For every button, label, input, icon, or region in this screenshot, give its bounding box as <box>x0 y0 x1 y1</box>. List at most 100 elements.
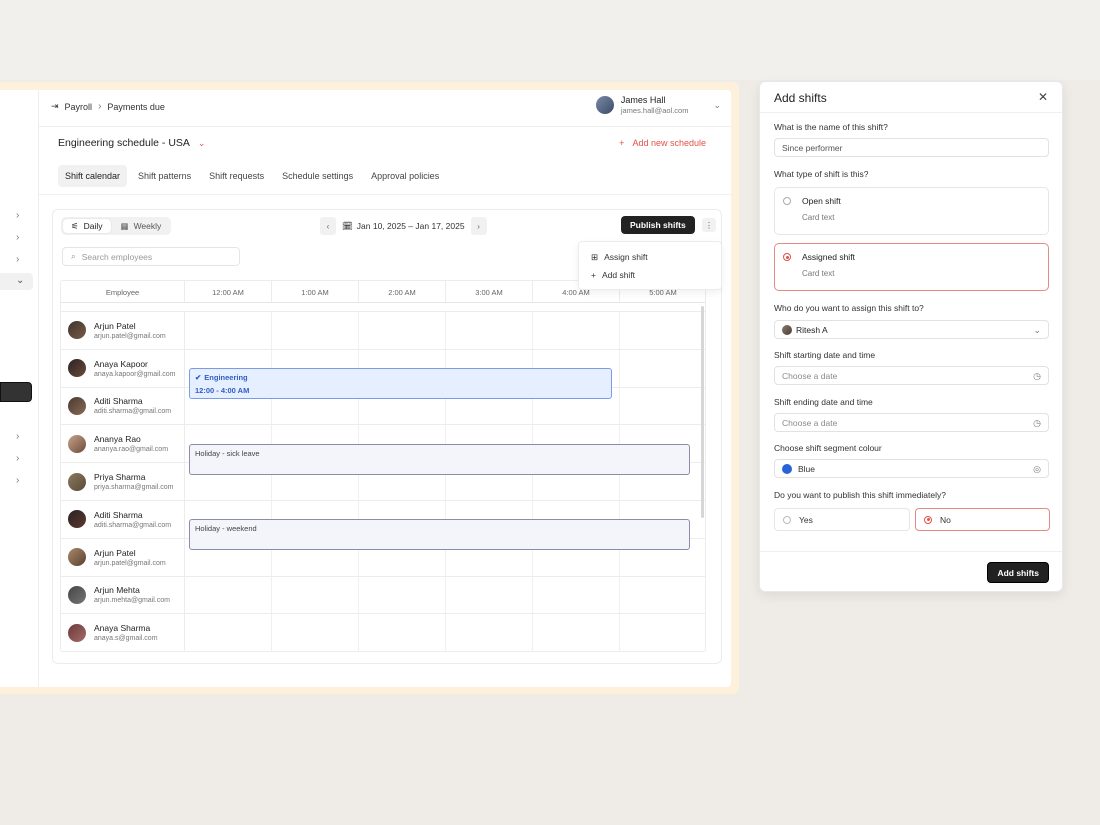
question-shift-name: What is the name of this shift? <box>774 122 888 132</box>
time-slot[interactable] <box>185 576 272 614</box>
tab-schedule-settings[interactable]: Schedule settings <box>275 165 360 187</box>
time-slot[interactable] <box>359 576 446 614</box>
time-slot[interactable] <box>620 614 705 651</box>
time-slot[interactable] <box>185 614 272 651</box>
prev-week-button[interactable]: ‹ <box>320 217 336 235</box>
shift-block-weekend[interactable]: Holiday - weekend <box>189 519 690 550</box>
employee-cell[interactable]: Anaya Sharma anaya.s@gmail.com <box>61 614 185 651</box>
background-top <box>0 0 1100 80</box>
view-weekly-button[interactable]: ▦ Weekly <box>113 219 170 233</box>
user-menu[interactable]: James Hall james.hall@aol.com ⌄ <box>595 95 721 115</box>
breadcrumb-current: Payments due <box>107 101 165 112</box>
view-daily-button[interactable]: ⚟ Daily <box>63 219 111 233</box>
colour-select[interactable]: Blue ◎ <box>774 459 1049 478</box>
employee-cell[interactable]: Ananya Rao ananya.rao@gmail.com <box>61 425 185 463</box>
time-slot[interactable] <box>446 614 533 651</box>
employee-cell[interactable]: Arjun Patel arjun.patel@gmail.com <box>61 312 185 349</box>
date-range-picker: ‹ 🗓 Jan 10, 2025 – Jan 17, 2025 › <box>320 217 487 235</box>
panel-header: Add shifts ✕ <box>760 82 1062 113</box>
shift-block-title: Engineering <box>204 373 248 382</box>
avatar <box>68 396 86 415</box>
start-date-input[interactable]: Choose a date ◷ <box>774 366 1049 385</box>
tab-shift-requests[interactable]: Shift requests <box>202 165 271 187</box>
tab-shift-calendar[interactable]: Shift calendar <box>58 165 128 187</box>
publish-no-option[interactable]: No <box>915 508 1050 531</box>
tab-bar: Shift calendar Shift patterns Shift requ… <box>58 165 446 187</box>
scrollbar[interactable] <box>701 306 704 518</box>
topbar: ⇥ Payroll › Payments due James Hall jame… <box>39 90 731 127</box>
question-shift-type: What type of shift is this? <box>774 169 869 179</box>
chevron-right-icon[interactable]: › <box>16 475 19 486</box>
breadcrumb-parent[interactable]: Payroll <box>65 102 93 112</box>
assignee-select[interactable]: Ritesh A ⌄ <box>774 320 1049 339</box>
search-employees-input[interactable]: ⌕ Search employees <box>62 247 240 266</box>
employee-email: ananya.rao@gmail.com <box>94 446 169 454</box>
time-slot[interactable] <box>272 614 359 651</box>
time-slot[interactable] <box>620 388 705 425</box>
view-toggle: ⚟ Daily ▦ Weekly <box>61 217 172 235</box>
chevron-right-icon[interactable]: › <box>16 210 19 221</box>
end-date-input[interactable]: Choose a date ◷ <box>774 413 1049 432</box>
employee-cell[interactable]: Priya Sharma priya.sharma@gmail.com <box>61 463 185 500</box>
publish-shifts-button[interactable]: Publish shifts <box>621 216 695 234</box>
option-assigned-shift[interactable]: Assigned shift Card text <box>774 243 1049 291</box>
option-open-shift[interactable]: Open shift Card text <box>774 187 1049 235</box>
close-icon[interactable]: ✕ <box>1038 90 1048 104</box>
time-slot[interactable] <box>620 350 705 387</box>
date-range[interactable]: 🗓 Jan 10, 2025 – Jan 17, 2025 <box>340 221 467 232</box>
menu-item-add-shift[interactable]: + Add shift <box>591 266 721 284</box>
user-email: james.hall@aol.com <box>620 106 689 115</box>
chevron-down-icon[interactable]: ⌄ <box>713 100 721 111</box>
time-slot[interactable] <box>185 312 272 349</box>
tab-approval-policies[interactable]: Approval policies <box>364 165 446 187</box>
employee-cell[interactable]: Arjun Patel arjun.patel@gmail.com <box>61 538 185 576</box>
shift-block-label: Holiday - weekend <box>195 524 257 533</box>
time-slot[interactable] <box>533 576 620 614</box>
employee-cell[interactable]: Arjun Mehta arjun.mehta@gmail.com <box>61 576 185 614</box>
start-date-placeholder: Choose a date <box>782 370 838 381</box>
next-week-button[interactable]: › <box>470 217 487 235</box>
time-slot[interactable] <box>446 312 533 349</box>
question-assignee: Who do you want to assign this shift to? <box>774 303 924 313</box>
schedule-selector[interactable]: Engineering schedule - USA ⌄ <box>58 137 205 149</box>
menu-item-assign-shift[interactable]: ⊞ Assign shift <box>591 248 721 266</box>
check-circle-icon: ✔ <box>195 373 202 382</box>
time-slot[interactable] <box>533 614 620 651</box>
question-publish: Do you want to publish this shift immedi… <box>774 490 946 500</box>
chevron-right-icon[interactable]: › <box>16 453 19 464</box>
time-slot[interactable] <box>272 312 359 349</box>
shift-name-input[interactable]: Since performer <box>774 138 1049 157</box>
rail-selected-item[interactable] <box>0 382 32 402</box>
add-schedule-button[interactable]: + Add new schedule <box>619 138 706 148</box>
add-shifts-button[interactable]: Add shifts <box>987 562 1049 583</box>
chevron-down-icon[interactable]: ⌄ <box>16 275 24 286</box>
avatar <box>68 510 86 529</box>
no-label: No <box>940 514 951 525</box>
chevron-right-icon[interactable]: › <box>16 254 19 265</box>
publish-yes-option[interactable]: Yes <box>774 508 910 531</box>
schedule-app: › › › ⌄ › › › ⇥ Payroll › Payments due J… <box>0 90 731 687</box>
chevron-right-icon[interactable]: › <box>16 232 19 243</box>
left-rail: › › › ⌄ › › › <box>0 90 39 687</box>
time-slot[interactable] <box>620 312 705 349</box>
chevron-right-icon[interactable]: › <box>16 431 19 442</box>
view-daily-label: Daily <box>83 221 103 231</box>
time-slot[interactable] <box>533 312 620 349</box>
employee-cell[interactable]: Aditi Sharma aditi.sharma@gmail.com <box>61 387 185 425</box>
time-column-header: 2:00 AM <box>359 281 446 303</box>
time-slot[interactable] <box>272 576 359 614</box>
time-column-header: 12:00 AM <box>185 281 272 303</box>
time-slot[interactable] <box>446 576 533 614</box>
search-placeholder: Search employees <box>81 251 153 262</box>
time-slot[interactable] <box>620 577 705 614</box>
employee-cell[interactable]: Anaya Kapoor anaya.kapoor@gmail.com <box>61 349 185 387</box>
colour-swatch <box>782 463 792 474</box>
shift-block-engineering[interactable]: ✔ Engineering 12:00 - 4:00 AM <box>189 368 612 399</box>
more-options-icon[interactable]: ⋮ <box>702 218 716 232</box>
employee-cell[interactable]: Aditi Sharma aditi.sharma@gmail.com <box>61 500 185 538</box>
time-slot[interactable] <box>359 312 446 349</box>
tab-shift-patterns[interactable]: Shift patterns <box>131 165 198 187</box>
time-slot[interactable] <box>359 614 446 651</box>
shift-block-sick-leave[interactable]: Holiday - sick leave <box>189 444 690 475</box>
chevron-right-icon: › <box>98 101 102 112</box>
